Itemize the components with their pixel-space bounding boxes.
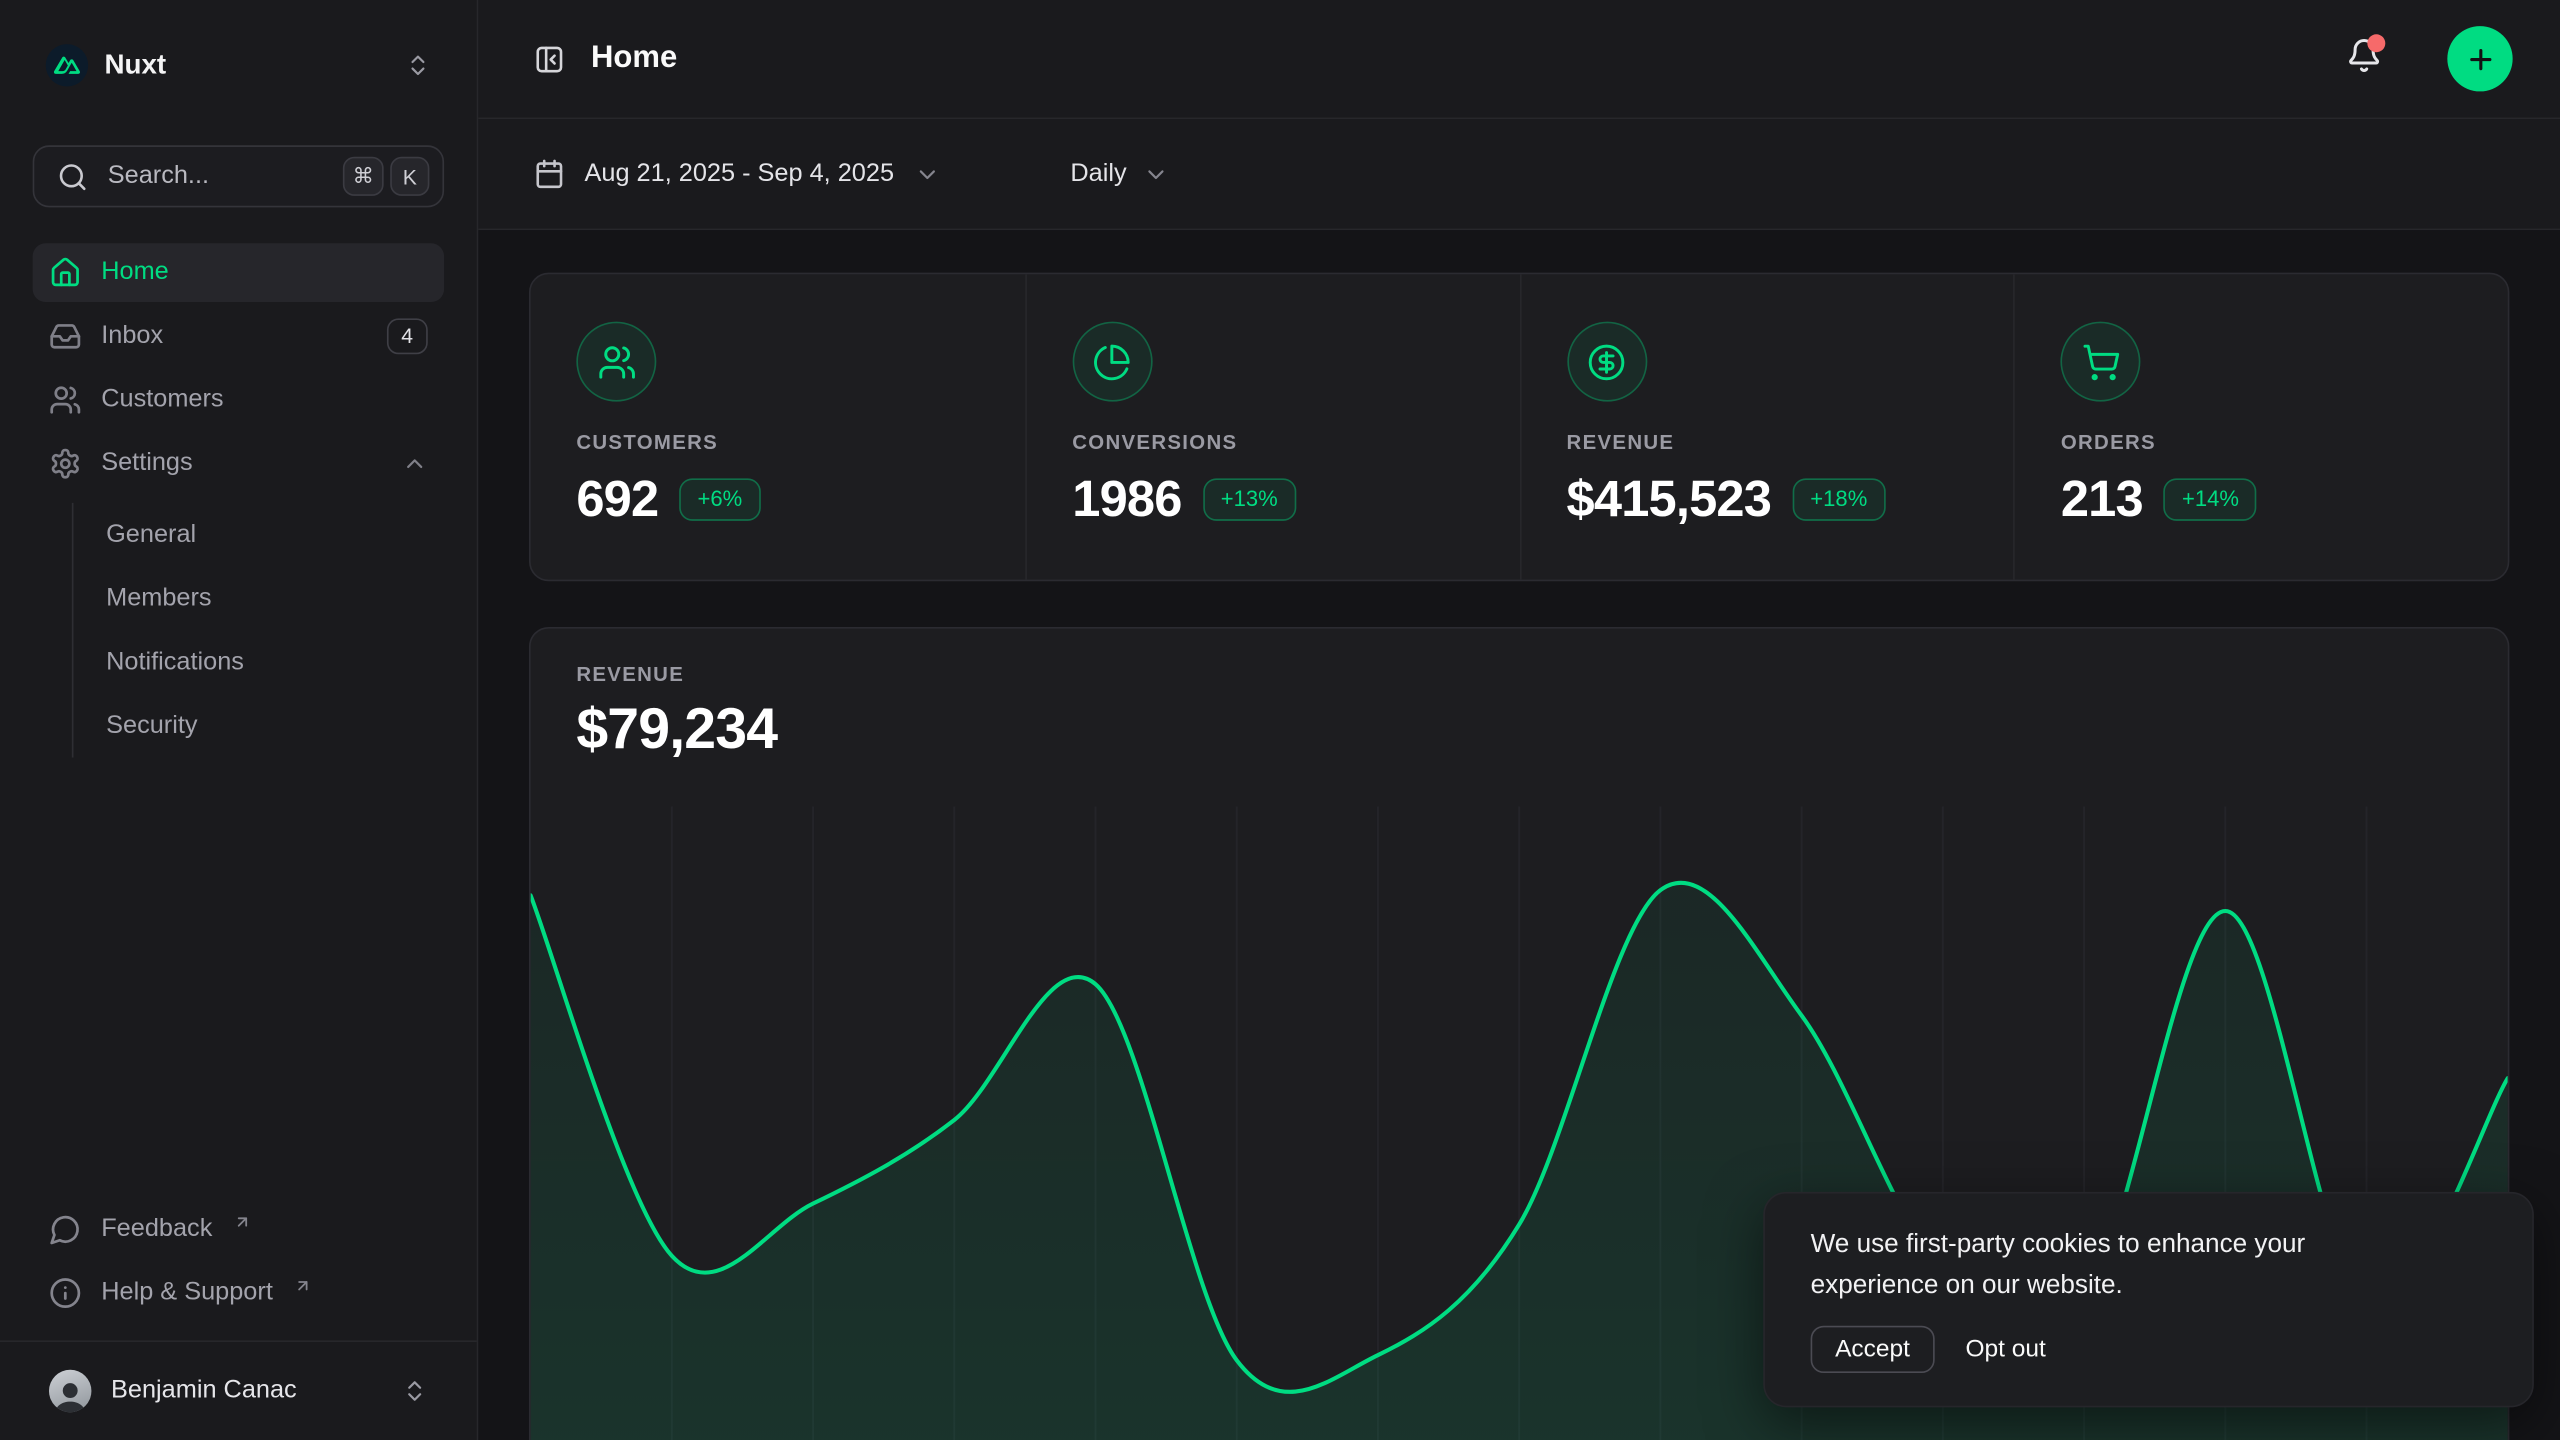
sidebar-item-general[interactable]: General bbox=[73, 503, 444, 567]
info-circle-icon bbox=[49, 1276, 82, 1309]
sidebar-collapse-icon[interactable] bbox=[534, 43, 565, 74]
revenue-chart-value: $79,234 bbox=[576, 697, 2462, 762]
settings-subnav: General Members Notifications Security bbox=[72, 503, 444, 758]
topbar: Home bbox=[478, 0, 2560, 119]
opt-out-button[interactable]: Opt out bbox=[1965, 1327, 2045, 1371]
chat-bubble-icon bbox=[49, 1212, 82, 1245]
toolbar: Aug 21, 2025 - Sep 4, 2025 Daily bbox=[478, 119, 2560, 230]
calendar-icon bbox=[534, 158, 565, 189]
users-icon bbox=[576, 322, 656, 402]
chevron-down-icon bbox=[914, 161, 940, 187]
sidebar-item-label: Home bbox=[101, 258, 428, 287]
period-select[interactable]: Daily bbox=[1070, 159, 1169, 188]
stat-label: CONVERSIONS bbox=[1072, 431, 1473, 454]
stat-label: ORDERS bbox=[2061, 431, 2462, 454]
help-support-link[interactable]: Help & Support bbox=[33, 1260, 444, 1324]
unread-notifications-dot bbox=[2367, 33, 2385, 51]
kbd-cmd: ⌘ bbox=[343, 157, 384, 196]
stat-label: REVENUE bbox=[1567, 431, 1968, 454]
sidebar-item-settings[interactable]: Settings bbox=[33, 434, 444, 493]
sidebar-spacer bbox=[33, 758, 444, 1197]
footer-link-label: Help & Support bbox=[101, 1278, 273, 1307]
stat-delta-badge: +13% bbox=[1203, 478, 1296, 521]
search-shortcut: ⌘ K bbox=[343, 157, 430, 196]
sidebar-nav: Home Inbox 4 Customers bbox=[33, 243, 444, 757]
stats-card: CUSTOMERS 692 +6% CONVERSIONS 1986 bbox=[529, 273, 2509, 582]
stat-conversions[interactable]: CONVERSIONS 1986 +13% bbox=[1025, 274, 1519, 579]
revenue-chart-label: REVENUE bbox=[576, 663, 2462, 686]
sidebar-item-home[interactable]: Home bbox=[33, 243, 444, 302]
sidebar-item-label: Settings bbox=[101, 449, 382, 478]
chevrons-up-down-icon bbox=[405, 52, 431, 78]
workspace-switcher[interactable]: Nuxt bbox=[33, 39, 444, 91]
sidebar-item-security[interactable]: Security bbox=[73, 694, 444, 758]
users-icon bbox=[49, 384, 82, 417]
stat-delta-badge: +14% bbox=[2164, 478, 2257, 521]
gear-icon bbox=[49, 447, 82, 480]
kbd-k: K bbox=[390, 157, 429, 196]
accept-button[interactable]: Accept bbox=[1811, 1326, 1935, 1373]
search-icon bbox=[57, 161, 88, 192]
pie-chart-icon bbox=[1072, 322, 1152, 402]
date-range-picker[interactable]: Aug 21, 2025 - Sep 4, 2025 bbox=[534, 158, 940, 189]
stat-delta-badge: +6% bbox=[680, 478, 761, 521]
home-icon bbox=[49, 256, 82, 289]
arrow-up-right-icon bbox=[294, 1276, 312, 1294]
user-menu[interactable]: Benjamin Canac bbox=[33, 1355, 444, 1427]
sidebar-item-inbox[interactable]: Inbox 4 bbox=[33, 307, 444, 366]
chevron-down-icon bbox=[1143, 161, 1169, 187]
stat-label: CUSTOMERS bbox=[576, 431, 979, 454]
nuxt-logo-icon bbox=[46, 44, 88, 86]
search-input[interactable]: Search... ⌘ K bbox=[33, 145, 444, 207]
stat-value: $415,523 bbox=[1567, 470, 1772, 529]
feedback-link[interactable]: Feedback bbox=[33, 1197, 444, 1261]
dollar-circle-icon bbox=[1567, 322, 1647, 402]
cookie-banner: We use first-party cookies to enhance yo… bbox=[1763, 1193, 2534, 1408]
plus-icon bbox=[2464, 43, 2495, 74]
search-placeholder: Search... bbox=[108, 162, 324, 191]
sidebar-item-label: Customers bbox=[101, 385, 428, 414]
workspace-name: Nuxt bbox=[104, 49, 388, 82]
sidebar-item-customers[interactable]: Customers bbox=[33, 371, 444, 430]
chevron-up-icon bbox=[402, 451, 428, 477]
sidebar-item-notifications[interactable]: Notifications bbox=[73, 630, 444, 694]
inbox-icon bbox=[49, 320, 82, 353]
date-range-value: Aug 21, 2025 - Sep 4, 2025 bbox=[584, 159, 894, 188]
stat-delta-badge: +18% bbox=[1792, 478, 1885, 521]
notifications-button[interactable] bbox=[2346, 37, 2382, 81]
arrow-up-right-icon bbox=[234, 1212, 252, 1230]
sidebar-item-members[interactable]: Members bbox=[73, 567, 444, 631]
page-title: Home bbox=[591, 41, 2320, 77]
stat-value: 692 bbox=[576, 470, 658, 529]
shopping-cart-icon bbox=[2061, 322, 2141, 402]
add-button[interactable] bbox=[2447, 26, 2512, 91]
stat-value: 1986 bbox=[1072, 470, 1181, 529]
avatar bbox=[49, 1370, 91, 1412]
chevrons-up-down-icon bbox=[402, 1378, 428, 1404]
cookie-message: We use first-party cookies to enhance yo… bbox=[1811, 1227, 2418, 1308]
sidebar-divider bbox=[0, 1340, 477, 1342]
footer-link-label: Feedback bbox=[101, 1214, 212, 1243]
period-value: Daily bbox=[1070, 159, 1126, 188]
sidebar-item-label: Inbox bbox=[101, 322, 367, 351]
inbox-count-badge: 4 bbox=[387, 319, 428, 354]
stat-value: 213 bbox=[2061, 470, 2143, 529]
user-name: Benjamin Canac bbox=[111, 1376, 382, 1405]
stat-orders[interactable]: ORDERS 213 +14% bbox=[2013, 274, 2507, 579]
stat-customers[interactable]: CUSTOMERS 692 +6% bbox=[531, 274, 1025, 579]
sidebar: Nuxt Search... ⌘ K bbox=[0, 0, 478, 1440]
stat-revenue[interactable]: REVENUE $415,523 +18% bbox=[1519, 274, 2013, 579]
